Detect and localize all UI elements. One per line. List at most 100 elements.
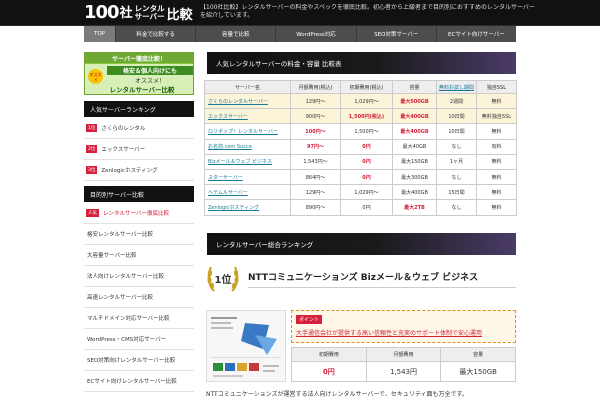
sidebar-ranking-item[interactable]: 2位 エックスサーバー	[84, 139, 194, 160]
banner-line1: 格安＆個人向けにも	[107, 66, 193, 75]
col-header-name: サーバー名	[204, 80, 291, 94]
trial-period: なし	[436, 199, 477, 216]
title-divider	[248, 287, 516, 288]
logo-number: 100	[84, 2, 120, 23]
ssl-support: 無料	[476, 184, 517, 201]
sidebar-category-item[interactable]: 法人向けレンタルサーバー比較	[84, 266, 194, 287]
compare-row: ロリポップ！レンタルサーバー 100円〜 1,500円〜 最大400GB 10日間 無料	[204, 123, 517, 140]
sidebar-ranking-label: Zenlogicホスティング	[101, 168, 158, 174]
sidebar-category-label: 法人向けレンタルサーバー比較	[87, 274, 164, 280]
col-header-trial[interactable]: 無料お試し期間	[436, 80, 477, 94]
sidebar-ranking-item[interactable]: 1位 さくらのレンタル	[84, 118, 194, 139]
monthly-cost: 864円〜	[290, 168, 341, 186]
rank-badge: 2位	[86, 145, 98, 153]
monthly-cost: 890円〜	[290, 199, 341, 216]
logo-line2: サーバー	[134, 12, 165, 21]
banner-badge: オススメ	[88, 69, 103, 84]
server-name-link[interactable]: お名前.com Succe	[204, 138, 291, 155]
capacity: 最大500GB	[392, 92, 437, 110]
ranking-server-title[interactable]: NTTコミュニケーションズ Bizメール＆ウェブ ビジネス	[248, 270, 516, 283]
compare-row: スターサーバー 864円〜 0円 最大300GB なし 無料	[204, 168, 517, 186]
sidebar-category-item[interactable]: 高速レンタルサーバー比較	[84, 287, 194, 308]
header-description: 【100社比較】レンタルサーバーの料金やスペックを徹底比較。初心者から上級者まで…	[200, 4, 535, 19]
trial-period: 10日間	[436, 108, 477, 125]
sidebar-category-item[interactable]: WordPress・CMS対応サーバー	[84, 329, 194, 350]
server-name-link[interactable]: ヘテムルサーバー	[204, 184, 291, 201]
server-name-link[interactable]: さくらのレンタルサーバー	[204, 92, 291, 110]
sidebar-ranking-item[interactable]: 3位 Zenlogicホスティング	[84, 160, 194, 181]
server-name-link[interactable]: ロリポップ！レンタルサーバー	[204, 123, 291, 140]
trial-period: 1ヶ月	[436, 153, 477, 170]
server-name-link[interactable]: エックスサーバー	[204, 108, 291, 125]
col-header-capacity: 容量	[392, 80, 437, 94]
initial-cost: 0円	[340, 199, 393, 216]
monthly-cost: 100円〜	[290, 123, 341, 140]
compare-row: Zenlogicホスティング 890円〜 0円 最大2TB なし 無料	[204, 199, 517, 216]
server-name-link[interactable]: Zenlogicホスティング	[204, 199, 291, 216]
feature-callout: ポイント 大手通信会社が提供する高い信頼性と充実のサポート体制で安心運用	[291, 310, 516, 343]
rank-laurel-icon: 1位	[207, 266, 239, 292]
initial-cost: 0円	[340, 138, 393, 155]
compare-table: サーバー名 月額費用(税込) 初期費用(税込) 容量 無料お試し期間 独自SSL…	[204, 80, 517, 216]
compare-row: お名前.com Succe 97円〜 0円 最大40GB なし 有料	[204, 138, 517, 155]
initial-cost: 0円	[340, 153, 393, 170]
server-name-link[interactable]: スターサーバー	[204, 168, 291, 186]
nav-item-top[interactable]: TOP	[84, 26, 116, 42]
spec-header-monthly: 月額費用	[365, 347, 442, 362]
sidebar-category-label: 格安レンタルサーバー比較	[87, 232, 153, 238]
sidebar-category-item[interactable]: 大容量サーバー比較	[84, 245, 194, 266]
nav-item-price[interactable]: 料金で比較する	[116, 26, 197, 42]
spec-header-initial: 初期費用	[291, 347, 367, 362]
server-name-link[interactable]: Bizメール＆ウェブ ビジネス	[204, 153, 291, 170]
site-header: 100 社 レンタル サーバー 比較 【100社比較】レンタルサーバーの料金やス…	[0, 0, 600, 26]
trial-period: 2週間	[436, 92, 477, 110]
sidebar-category-label: WordPress・CMS対応サーバー	[87, 337, 167, 343]
compare-row: Bizメール＆ウェブ ビジネス 1,543円〜 0円 最大150GB 1ヶ月 無料	[204, 153, 517, 170]
monthly-cost: 900円〜	[290, 108, 341, 125]
banner-top: サーバー徹底比較！	[85, 53, 193, 63]
sidebar-category-label: 高速レンタルサーバー比較	[87, 295, 153, 301]
monthly-cost: 129円〜	[290, 184, 341, 201]
nav-item-capacity[interactable]: 容量で比較	[196, 26, 277, 42]
col-header-ssl: 独自SSL	[476, 80, 517, 94]
logo-middle: レンタル サーバー	[135, 5, 165, 21]
compare-row: さくらのレンタルサーバー 129円〜 1,029円〜 最大500GB 2週間 無料	[204, 92, 517, 110]
ssl-support: 有料	[476, 138, 517, 155]
ssl-support: 無料	[476, 123, 517, 140]
comparison-banner[interactable]: サーバー徹底比較！ オススメ 格安＆個人向けにも オススメ！ レンタルサーバー比…	[84, 52, 194, 95]
sidebar-category-item[interactable]: 格安レンタルサーバー比較	[84, 224, 194, 245]
nav-item-wordpress[interactable]: WordPress対応	[276, 26, 357, 42]
capacity: 最大40GB	[392, 138, 437, 155]
site-logo[interactable]: 100 社 レンタル サーバー 比較	[84, 3, 193, 23]
ssl-support: 無料独自SSL	[476, 108, 517, 125]
capacity: 最大400GB	[392, 123, 437, 140]
feature-link[interactable]: 大手通信会社が提供する高い信頼性と充実のサポート体制で安心運用	[296, 328, 512, 337]
spec-header-capacity: 容量	[440, 347, 516, 362]
trial-period: 15日間	[436, 184, 477, 201]
sidebar-category-label: ECサイト向けレンタルサーバー比較	[87, 379, 177, 385]
spec-table: 初期費用 月額費用 容量 0円 1,543円 最大150GB	[291, 347, 516, 382]
sidebar-category-item[interactable]: 人気 レンタルサーバー徹底比較	[84, 203, 194, 224]
sidebar-category-label: SEO対策向けレンタルサーバー比較	[87, 358, 176, 364]
sidebar-category-item[interactable]: マルチドメイン対応サーバー比較	[84, 308, 194, 329]
initial-cost: 1,500円〜	[340, 123, 393, 140]
logo-sha: 社	[119, 5, 133, 21]
server-screenshot-image	[207, 311, 285, 381]
nav-item-ec[interactable]: ECサイト向けサーバー	[437, 26, 516, 42]
trial-period: 10日間	[436, 123, 477, 140]
rank-badge: 1位	[86, 124, 98, 132]
logo-tail: 比較	[166, 7, 193, 23]
banner-body: オススメ 格安＆個人向けにも オススメ！ レンタルサーバー比較	[85, 64, 193, 94]
sidebar-category-item[interactable]: ECサイト向けレンタルサーバー比較	[84, 371, 194, 392]
capacity: 最大2TB	[392, 199, 437, 216]
sidebar-category-item[interactable]: SEO対策向けレンタルサーバー比較	[84, 350, 194, 371]
sidebar-category-label: 大容量サーバー比較	[87, 253, 137, 259]
trial-period: なし	[436, 168, 477, 186]
nav-item-seo[interactable]: SEO対策サーバー	[357, 26, 437, 42]
server-screenshot[interactable]	[206, 310, 286, 382]
trial-header-link[interactable]: 無料お試し期間	[439, 85, 474, 91]
ssl-support: 無料	[476, 153, 517, 170]
compare-section-heading: 人気レンタルサーバーの料金・容量 比較表	[204, 52, 516, 74]
initial-cost: 1,029円〜	[340, 92, 393, 110]
capacity: 最大400GB	[392, 108, 437, 125]
